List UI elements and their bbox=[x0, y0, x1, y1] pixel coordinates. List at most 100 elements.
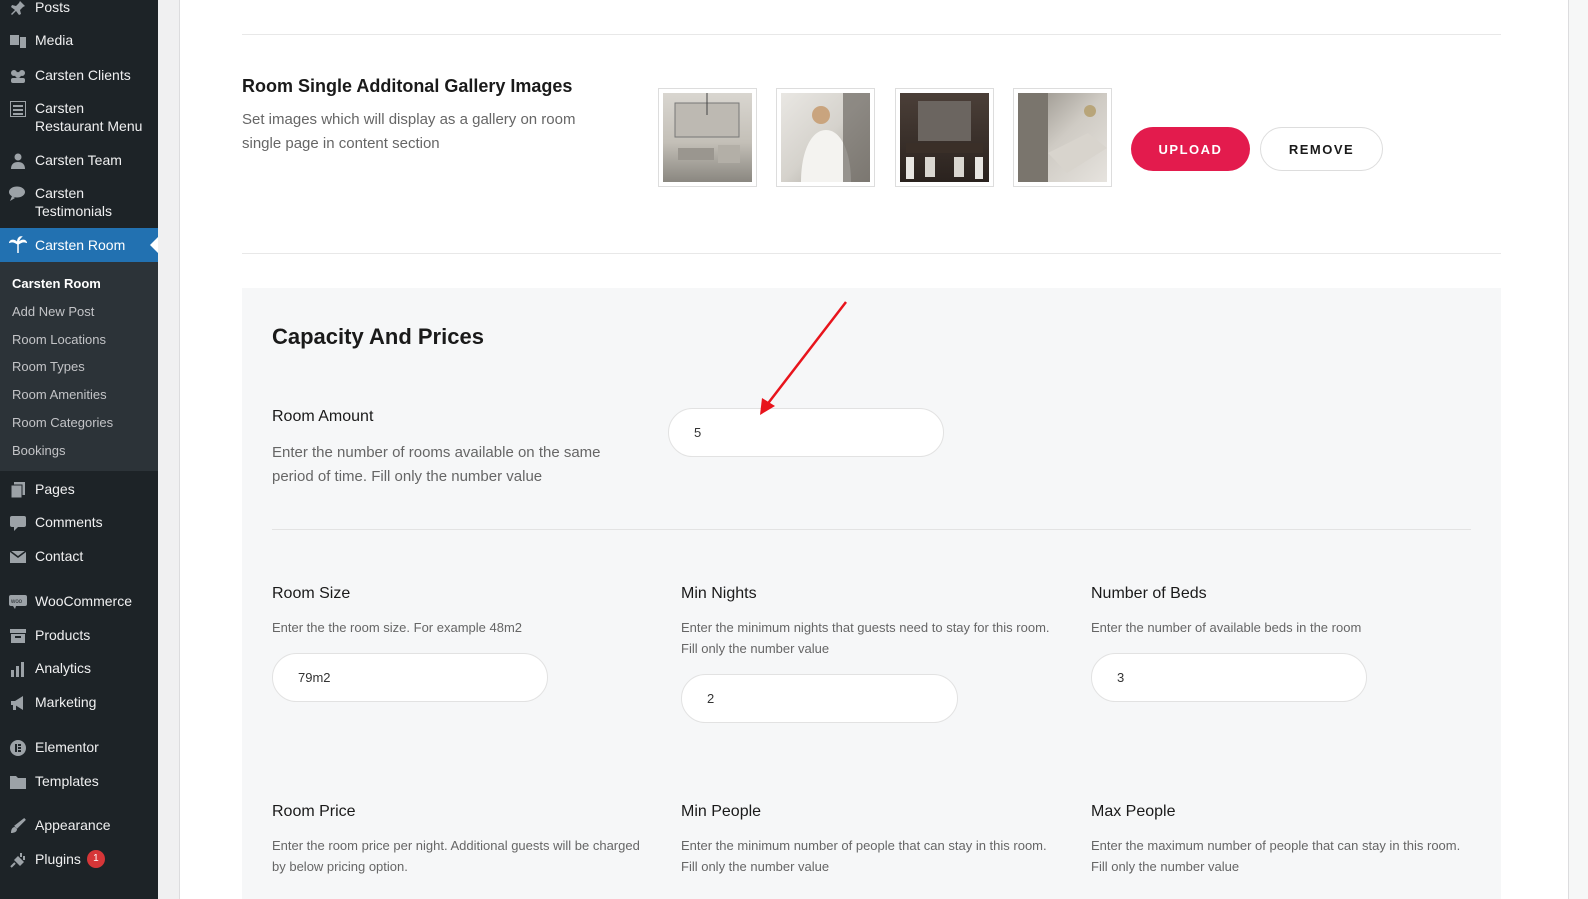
gallery-thumbnail[interactable] bbox=[658, 88, 757, 187]
sidebar-item-label: Comments bbox=[35, 514, 103, 530]
submenu-item-add-new-post[interactable]: Add New Post bbox=[12, 304, 94, 319]
remove-button[interactable]: REMOVE bbox=[1260, 127, 1383, 171]
room-image bbox=[900, 93, 989, 182]
folder-icon bbox=[8, 772, 28, 792]
svg-text:woo: woo bbox=[10, 599, 23, 605]
min-nights-input[interactable] bbox=[681, 674, 958, 723]
max-people-desc-line1: Enter the maximum number of people that … bbox=[1091, 838, 1461, 853]
products-icon bbox=[8, 626, 28, 646]
capacity-panel bbox=[242, 288, 1501, 899]
submenu-item-room-amenities[interactable]: Room Amenities bbox=[12, 387, 107, 402]
sidebar-item-carsten-testimonials[interactable]: Carsten Testimonials bbox=[0, 184, 158, 220]
room-size-input[interactable] bbox=[272, 653, 548, 702]
sidebar-item-label: Carsten Restaurant Menu bbox=[35, 100, 143, 134]
sidebar-item-contact[interactable]: Contact bbox=[0, 547, 158, 567]
min-people-label: Min People bbox=[681, 803, 762, 820]
divider bbox=[272, 529, 1471, 530]
sidebar-item-label: Media bbox=[35, 32, 74, 48]
palm-icon bbox=[8, 235, 28, 255]
page-scrollbar[interactable] bbox=[1568, 0, 1588, 899]
submenu-item-carsten-room[interactable]: Carsten Room bbox=[12, 276, 101, 291]
woo-icon: woo bbox=[8, 592, 28, 612]
sidebar-item-label: Plugins bbox=[35, 851, 81, 867]
content-gutter bbox=[158, 0, 180, 899]
room-price-desc-line1: Enter the room price per night. Addition… bbox=[272, 838, 640, 853]
sidebar-item-label: Carsten Team bbox=[35, 152, 122, 168]
sidebar-item-label: Templates bbox=[35, 773, 99, 789]
sidebar-item-woocommerce[interactable]: woo WooCommerce bbox=[0, 592, 158, 612]
sidebar-item-elementor[interactable]: Elementor bbox=[0, 738, 158, 758]
sidebar-item-marketing[interactable]: Marketing bbox=[0, 693, 158, 713]
room-image bbox=[663, 93, 752, 182]
sidebar-item-label: WooCommerce bbox=[35, 593, 132, 609]
submenu-item-room-categories[interactable]: Room Categories bbox=[12, 415, 113, 430]
number-of-beds-desc: Enter the number of available beds in th… bbox=[1091, 620, 1362, 635]
number-of-beds-input[interactable] bbox=[1091, 653, 1367, 702]
sidebar-item-carsten-restaurant-menu[interactable]: Carsten Restaurant Menu bbox=[0, 99, 158, 135]
sidebar-item-carsten-room[interactable]: Carsten Room bbox=[0, 228, 158, 262]
room-size-desc: Enter the the room size. For example 48m… bbox=[272, 620, 523, 635]
submenu-item-bookings[interactable]: Bookings bbox=[12, 443, 65, 458]
active-indicator bbox=[150, 237, 158, 253]
brush-icon bbox=[8, 816, 28, 836]
room-image bbox=[781, 93, 870, 182]
min-people-desc-line1: Enter the minimum number of people that … bbox=[681, 838, 1047, 853]
room-price-desc-line2: by below pricing option. bbox=[272, 859, 408, 874]
sidebar-item-carsten-team[interactable]: Carsten Team bbox=[0, 151, 158, 171]
room-amount-input[interactable] bbox=[668, 408, 944, 457]
sidebar-item-templates[interactable]: Templates bbox=[0, 772, 158, 792]
pin-icon bbox=[8, 0, 28, 18]
min-nights-desc-line1: Enter the minimum nights that guests nee… bbox=[681, 620, 1050, 635]
sidebar-item-label: Analytics bbox=[35, 660, 92, 676]
room-amount-label: Room Amount bbox=[272, 408, 374, 425]
elementor-icon bbox=[8, 738, 28, 758]
sidebar-item-label: Carsten Room bbox=[35, 237, 126, 253]
pages-icon bbox=[8, 480, 28, 500]
gallery-description-line2: single page in content section bbox=[242, 135, 440, 152]
comment-icon bbox=[8, 513, 28, 533]
gallery-thumbnail[interactable] bbox=[1013, 88, 1112, 187]
gallery-description-line1: Set images which will display as a galle… bbox=[242, 111, 576, 128]
sidebar-item-pages[interactable]: Pages bbox=[0, 480, 158, 500]
sidebar-item-appearance[interactable]: Appearance bbox=[0, 816, 158, 836]
sidebar-item-label: Pages bbox=[35, 481, 75, 497]
room-amount-desc-line1: Enter the number of rooms available on t… bbox=[272, 444, 601, 461]
list-icon bbox=[8, 99, 28, 119]
number-of-beds-label: Number of Beds bbox=[1091, 585, 1207, 602]
room-price-label: Room Price bbox=[272, 803, 356, 820]
megaphone-icon bbox=[8, 693, 28, 713]
sidebar-item-products[interactable]: Products bbox=[0, 626, 158, 646]
gallery-title: Room Single Additonal Gallery Images bbox=[242, 76, 573, 96]
sidebar-item-label: Marketing bbox=[35, 694, 97, 710]
max-people-label: Max People bbox=[1091, 803, 1176, 820]
plug-icon bbox=[8, 850, 28, 870]
submenu-item-room-types[interactable]: Room Types bbox=[12, 359, 85, 374]
sidebar-item-label: Products bbox=[35, 627, 91, 643]
mail-icon bbox=[8, 547, 28, 567]
capacity-title: Capacity And Prices bbox=[272, 324, 484, 349]
divider bbox=[242, 253, 1501, 254]
sidebar-item-label: Elementor bbox=[35, 739, 99, 755]
room-size-label: Room Size bbox=[272, 585, 351, 602]
sidebar-item-label: Carsten Testimonials bbox=[35, 185, 113, 219]
chart-icon bbox=[8, 659, 28, 679]
submenu-item-room-locations[interactable]: Room Locations bbox=[12, 332, 106, 347]
sidebar-item-label: Appearance bbox=[35, 817, 111, 833]
upload-button[interactable]: UPLOAD bbox=[1131, 127, 1250, 171]
sidebar-item-media[interactable]: Media bbox=[0, 31, 158, 51]
min-nights-label: Min Nights bbox=[681, 585, 757, 602]
gallery-thumbnail[interactable] bbox=[776, 88, 875, 187]
sidebar-item-analytics[interactable]: Analytics bbox=[0, 659, 158, 679]
update-count-badge: 1 bbox=[86, 850, 105, 868]
room-image bbox=[1018, 93, 1107, 182]
gallery-thumbnail[interactable] bbox=[895, 88, 994, 187]
sidebar-item-carsten-clients[interactable]: Carsten Clients bbox=[0, 66, 158, 86]
user-icon bbox=[8, 151, 28, 171]
sidebar-item-label: Carsten Clients bbox=[35, 67, 131, 83]
min-people-desc-line2: Fill only the number value bbox=[681, 859, 830, 874]
sidebar-item-comments[interactable]: Comments bbox=[0, 513, 158, 533]
sidebar-item-posts[interactable]: Posts bbox=[0, 0, 158, 18]
sidebar-item-plugins[interactable]: Plugins 1 bbox=[0, 850, 158, 870]
admin-sidebar: Posts Media Carsten Clients Carsten Rest… bbox=[0, 0, 158, 899]
room-amount-desc-line2: period of time. Fill only the number val… bbox=[272, 468, 543, 485]
